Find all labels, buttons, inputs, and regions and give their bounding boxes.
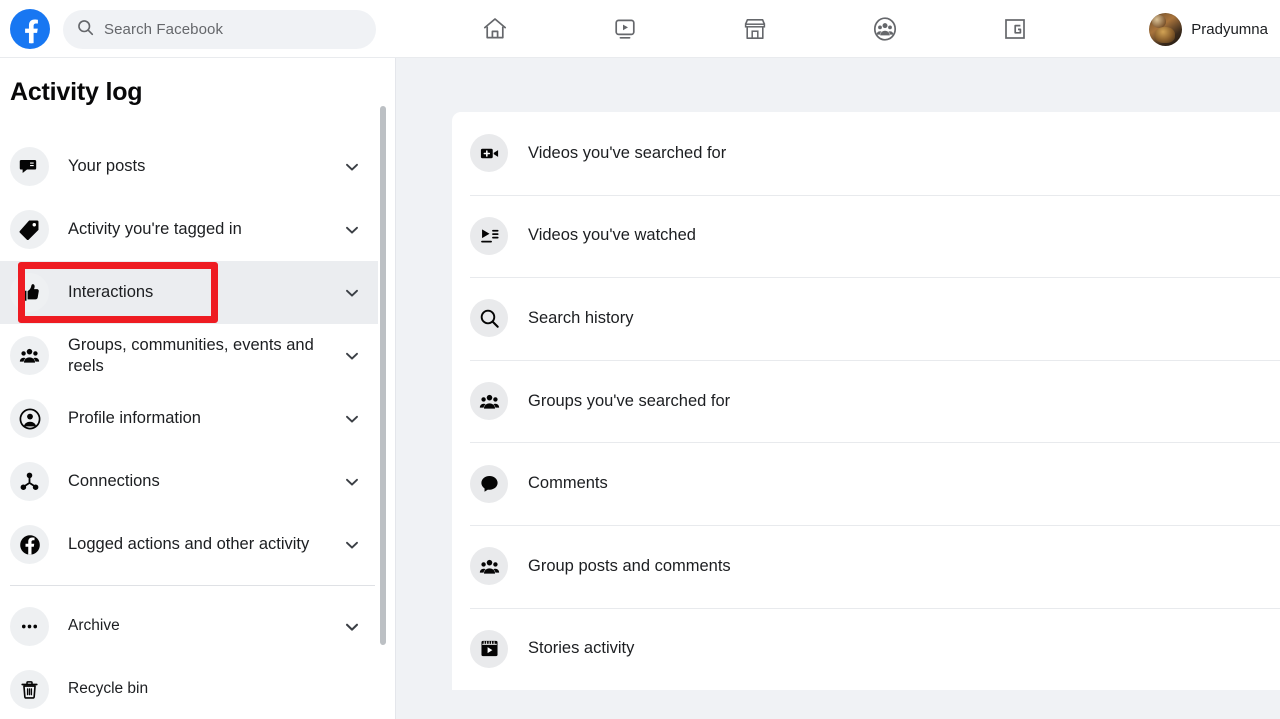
sidebar-item-label: Your posts: [68, 156, 344, 176]
trash-bin-icon: [10, 670, 49, 709]
page-title: Activity log: [10, 78, 142, 107]
chevron-down-icon[interactable]: [344, 619, 360, 635]
sidebar-scrollbar[interactable]: [380, 106, 386, 645]
groups-people-icon: [470, 382, 508, 420]
groups-people-icon: [871, 15, 899, 43]
list-item-label: Videos you've watched: [528, 226, 696, 245]
chevron-down-icon[interactable]: [344, 159, 360, 175]
gaming-controller-icon: [1001, 15, 1029, 43]
nav-gaming-button[interactable]: [950, 0, 1080, 58]
sidebar-item-interactions[interactable]: Interactions: [0, 261, 378, 324]
interactions-list-card: Videos you've searched for Videos you've…: [452, 112, 1280, 690]
nav-marketplace-button[interactable]: [690, 0, 820, 58]
sidebar-divider: [10, 585, 375, 586]
list-item-label: Group posts and comments: [528, 557, 731, 576]
sidebar-item-label: Recycle bin: [68, 680, 360, 699]
search-icon: [470, 299, 508, 337]
connections-network-icon: [10, 462, 49, 501]
search-icon: [77, 19, 94, 41]
groups-people-icon: [10, 336, 49, 375]
list-item-label: Videos you've searched for: [528, 144, 726, 163]
marketplace-store-icon: [741, 15, 769, 43]
tag-label-icon: [10, 210, 49, 249]
main-content-area: Videos you've searched for Videos you've…: [396, 58, 1280, 719]
list-item[interactable]: Groups you've searched for: [452, 360, 1280, 443]
sidebar-item-archive[interactable]: Archive: [0, 595, 378, 658]
nav-home-button[interactable]: [430, 0, 560, 58]
list-item[interactable]: Videos you've watched: [452, 195, 1280, 278]
list-item[interactable]: Comments: [452, 442, 1280, 525]
ellipsis-dots-icon: [10, 607, 49, 646]
sidebar-item-label: Profile information: [68, 408, 344, 428]
avatar: [1149, 13, 1182, 46]
sidebar-item-label: Activity you're tagged in: [68, 219, 344, 239]
sidebar-item-activity-tagged-in[interactable]: Activity you're tagged in: [0, 198, 378, 261]
list-item-label: Search history: [528, 309, 633, 328]
chevron-down-icon[interactable]: [344, 285, 360, 301]
sidebar-item-label: Interactions: [68, 282, 344, 302]
groups-people-icon: [470, 547, 508, 585]
chevron-down-icon[interactable]: [344, 537, 360, 553]
activity-log-sidebar: Activity log Your posts: [0, 58, 396, 719]
sidebar-item-connections[interactable]: Connections: [0, 450, 378, 513]
comment-bubble-icon: [470, 465, 508, 503]
video-play-list-icon: [470, 217, 508, 255]
profile-person-circle-icon: [10, 399, 49, 438]
facebook-circle-icon: [10, 525, 49, 564]
top-nav-icon-group: [430, 0, 1080, 58]
list-item-label: Comments: [528, 474, 608, 493]
list-item[interactable]: Videos you've searched for: [452, 112, 1280, 195]
top-navigation-bar: Search Facebook: [0, 0, 1280, 58]
sidebar-item-label: Connections: [68, 471, 344, 491]
facebook-logo-icon[interactable]: [10, 9, 50, 49]
chevron-down-icon[interactable]: [344, 474, 360, 490]
sidebar-nav-list: Your posts Activity you're tagged in: [0, 135, 396, 719]
sidebar-item-label: Archive: [68, 617, 344, 636]
profile-name: Pradyumna: [1191, 21, 1268, 38]
sidebar-item-label: Logged actions and other activity: [68, 534, 344, 554]
sidebar-item-label: Groups, communities, events and reels: [68, 335, 344, 375]
chevron-down-icon[interactable]: [344, 222, 360, 238]
nav-video-button[interactable]: [560, 0, 690, 58]
posts-speech-bubble-icon: [10, 147, 49, 186]
home-icon: [481, 15, 509, 43]
search-input[interactable]: Search Facebook: [63, 10, 376, 49]
list-item[interactable]: Group posts and comments: [452, 525, 1280, 608]
thumbs-up-icon: [10, 273, 49, 312]
facebook-activity-log-page: Search Facebook: [0, 0, 1280, 719]
list-item-label: Groups you've searched for: [528, 392, 730, 411]
list-item[interactable]: Stories activity: [452, 608, 1280, 691]
sidebar-item-groups-communities-events-reels[interactable]: Groups, communities, events and reels: [0, 324, 378, 387]
list-item-label: Stories activity: [528, 639, 634, 658]
video-search-camera-icon: [470, 134, 508, 172]
chevron-down-icon[interactable]: [344, 348, 360, 364]
sidebar-item-recycle-bin[interactable]: Recycle bin: [0, 658, 378, 719]
stories-film-icon: [470, 630, 508, 668]
video-screen-icon: [611, 15, 639, 43]
list-item[interactable]: Search history: [452, 277, 1280, 360]
sidebar-item-profile-information[interactable]: Profile information: [0, 387, 378, 450]
nav-groups-button[interactable]: [820, 0, 950, 58]
chevron-down-icon[interactable]: [344, 411, 360, 427]
search-placeholder: Search Facebook: [104, 21, 223, 38]
sidebar-item-logged-actions[interactable]: Logged actions and other activity: [0, 513, 378, 576]
profile-menu-button[interactable]: Pradyumna: [1149, 9, 1268, 49]
sidebar-item-your-posts[interactable]: Your posts: [0, 135, 378, 198]
